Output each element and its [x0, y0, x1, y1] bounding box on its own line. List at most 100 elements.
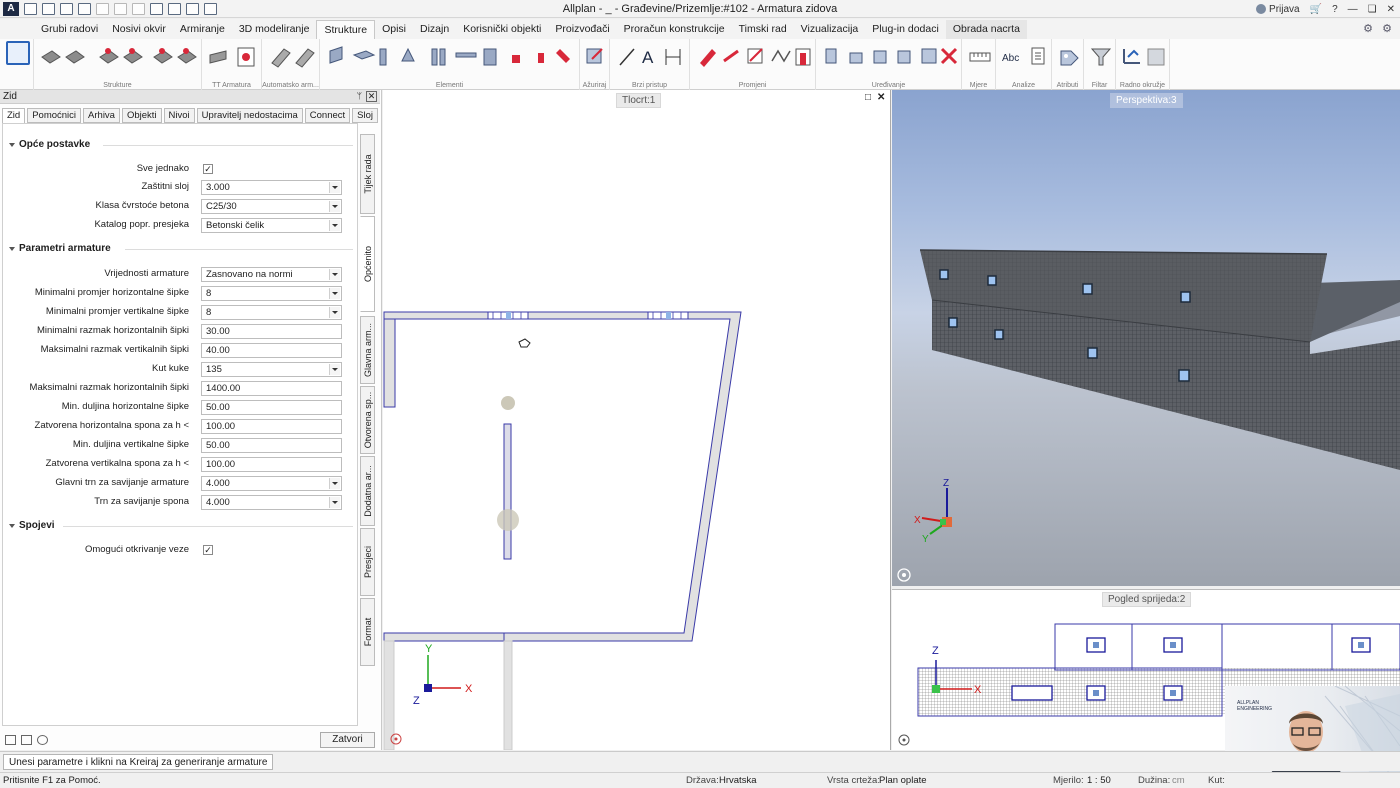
palette-tab-upravitelj[interactable]: Upravitelj nedostacima	[196, 108, 303, 123]
copy-icon[interactable]	[96, 2, 109, 15]
pin-icon[interactable]: ᛘ	[357, 90, 362, 103]
collapse-icon[interactable]	[9, 143, 15, 147]
input-min-duljina-horizontalne[interactable]: 50.00	[201, 400, 342, 415]
measure-icon[interactable]	[968, 45, 992, 71]
quick-access-icons[interactable]: A	[614, 45, 688, 71]
filter-icon[interactable]	[1090, 45, 1114, 71]
palette-tab-pomocnici[interactable]: Pomoćnici	[27, 108, 82, 123]
layer-icon[interactable]	[186, 2, 199, 15]
grid-icon[interactable]	[24, 2, 37, 15]
edit-icon[interactable]	[78, 2, 91, 15]
update-icon[interactable]	[584, 45, 608, 71]
status-drawing-type[interactable]: Plan oplate	[879, 775, 927, 786]
input-zatvorena-vertikalna-spona[interactable]: 100.00	[201, 457, 342, 472]
help-icon[interactable]: ?	[1332, 4, 1338, 15]
input-zatvorena-horizontalna-spona[interactable]: 100.00	[201, 419, 342, 434]
select-icon[interactable]	[150, 2, 163, 15]
input-min-razmak-horizontalnih[interactable]: 30.00	[201, 324, 342, 339]
status-scale[interactable]: 1 : 50	[1087, 775, 1111, 786]
tab-3d-modeliranje[interactable]: 3D modeliranje	[232, 20, 317, 39]
dropdown-vrijednosti-armature[interactable]: Zasnovano na normi	[201, 267, 342, 282]
tab-plug-in-dodaci[interactable]: Plug-in dodaci	[865, 20, 946, 39]
tab-korisnicki-objekti[interactable]: Korisnički objekti	[456, 20, 548, 39]
tab-proizvodaci[interactable]: Proizvođači	[548, 20, 616, 39]
input-max-razmak-horizontalnih[interactable]: 1400.00	[201, 381, 342, 396]
save-icon[interactable]	[60, 2, 73, 15]
palette-tab-objekti[interactable]: Objekti	[121, 108, 162, 123]
edit-icons[interactable]	[820, 45, 960, 71]
workspace-icons[interactable]	[1120, 45, 1168, 71]
side-tab-dodatna-ar[interactable]: Dodatna ar...	[360, 456, 375, 526]
structure-view-icon[interactable]	[6, 41, 30, 65]
side-tab-tijek-rada[interactable]: Tijek rada	[360, 134, 375, 214]
view-label-perspektiva[interactable]: Perspektiva:3	[1110, 93, 1183, 108]
maximize-view-icon[interactable]: □	[865, 92, 871, 103]
view-tlocrt[interactable]: Y X Z Tlocrt:1 □ ✕	[383, 90, 891, 750]
palette-tab-zid[interactable]: Zid	[2, 108, 26, 124]
tab-nosivi-okvir[interactable]: Nosivi okvir	[105, 20, 173, 39]
tab-armiranje[interactable]: Armiranje	[173, 20, 232, 39]
collapse-icon[interactable]	[9, 524, 15, 528]
minimize-icon[interactable]: —	[1348, 4, 1358, 15]
layout-icon[interactable]	[42, 2, 55, 15]
palette-tab-nivoi[interactable]: Nivoi	[163, 108, 195, 123]
user-login[interactable]: Prijava	[1256, 4, 1300, 15]
dropdown-klasa-betona[interactable]: C25/30	[201, 199, 342, 214]
tab-grubi-radovi[interactable]: Grubi radovi	[34, 20, 105, 39]
modify-icons[interactable]	[694, 45, 814, 71]
side-tab-presjeci[interactable]: Presjeci	[360, 528, 375, 596]
tab-opisi[interactable]: Opisi	[375, 20, 413, 39]
close-button[interactable]: Zatvori	[320, 732, 375, 748]
view-perspektiva[interactable]: Perspektiva:3 Z X Y	[892, 90, 1400, 586]
input-min-duljina-vertikalne[interactable]: 50.00	[201, 438, 342, 453]
close-view-icon[interactable]: ✕	[877, 92, 885, 103]
attributes-icon[interactable]	[1058, 45, 1082, 71]
view-label-tlocrt[interactable]: Tlocrt:1	[616, 93, 662, 108]
checkbox-omoguci-otkrivanje[interactable]: ✓	[203, 545, 213, 555]
tab-vizualizacija[interactable]: Vizualizacija	[794, 20, 866, 39]
input-max-razmak-vertikalnih[interactable]: 40.00	[201, 343, 342, 358]
settings-gear-icon[interactable]: ⚙	[1363, 23, 1373, 35]
element-icons[interactable]	[324, 45, 578, 71]
dropdown-katalog[interactable]: Betonski čelik	[201, 218, 342, 233]
view-label-front[interactable]: Pogled sprijeda:2	[1102, 592, 1192, 607]
status-country[interactable]: Hrvatska	[719, 775, 756, 786]
dock-icon[interactable]: ⚙	[1382, 23, 1392, 35]
favorite-icon[interactable]	[21, 735, 32, 745]
view-compass-icon[interactable]	[896, 567, 912, 583]
dropdown-min-promjer-vertikalne[interactable]: 8	[201, 305, 342, 320]
dropdown-kut-kuke[interactable]: 135	[201, 362, 342, 377]
tab-dizajn[interactable]: Dizajn	[413, 20, 456, 39]
tt-armatura-icons[interactable]	[206, 45, 260, 71]
checkbox-sve-jednako[interactable]: ✓	[203, 164, 213, 174]
dropdown-trn-spona[interactable]: 4.000	[201, 495, 342, 510]
allplan-logo-icon[interactable]: A	[3, 1, 19, 16]
view-compass-icon[interactable]	[898, 734, 910, 746]
palette-tab-connect[interactable]: Connect	[304, 108, 351, 123]
dropdown-min-promjer-horizontalne[interactable]: 8	[201, 286, 342, 301]
reset-icon[interactable]	[37, 735, 48, 745]
palette-close-icon[interactable]: ✕	[366, 91, 377, 102]
analysis-icons[interactable]: Abc	[1000, 45, 1050, 71]
tab-obrada-nacrta[interactable]: Obrada nacrta	[945, 20, 1027, 39]
restore-icon[interactable]: ❏	[1368, 4, 1377, 15]
status-length-unit[interactable]: cm	[1172, 775, 1185, 786]
auto-arm-icons[interactable]	[266, 45, 318, 71]
cart-icon[interactable]: 🛒	[1310, 4, 1322, 15]
close-window-icon[interactable]: ✕	[1387, 4, 1395, 15]
undo-icon[interactable]	[114, 2, 127, 15]
redo-icon[interactable]	[132, 2, 145, 15]
side-tab-opcenito[interactable]: Općenito	[360, 216, 375, 312]
rebar-element[interactable]	[497, 396, 519, 560]
side-tab-otvorena-sp[interactable]: Otvorena sp...	[360, 386, 375, 454]
structure-tools-icons[interactable]	[38, 45, 198, 71]
tools-icon[interactable]	[204, 2, 217, 15]
palette-tab-sloj[interactable]: Sloj	[352, 108, 379, 123]
palette-tab-arhiva[interactable]: Arhiva	[83, 108, 120, 123]
view-icon[interactable]	[168, 2, 181, 15]
collapse-icon[interactable]	[9, 247, 15, 251]
tab-timski-rad[interactable]: Timski rad	[732, 20, 794, 39]
dropdown-zastitni-sloj[interactable]: 3.000	[201, 180, 342, 195]
dropdown-glavni-trn[interactable]: 4.000	[201, 476, 342, 491]
tab-proracun-konstrukcije[interactable]: Proračun konstrukcije	[617, 20, 732, 39]
